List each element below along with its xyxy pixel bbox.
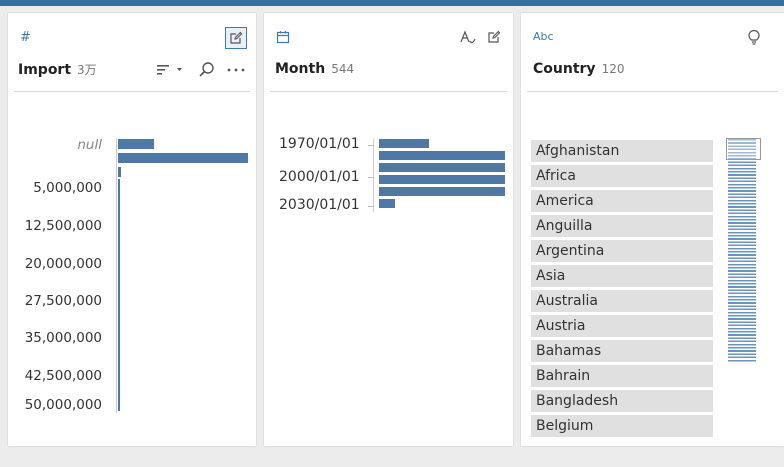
edit-values-button[interactable]: [484, 27, 506, 49]
month-axis-line: [373, 139, 374, 212]
header-divider: [14, 91, 250, 92]
sort-icon: [157, 65, 182, 75]
import-axis-line: [116, 139, 117, 413]
distinct-count: 544: [331, 62, 355, 76]
month-histogram-bar[interactable]: [379, 139, 429, 148]
number-hash-icon: #: [20, 30, 31, 45]
country-value-item[interactable]: Austria: [531, 315, 713, 337]
edit-values-button[interactable]: [225, 27, 247, 49]
import-axis-label: null: [77, 137, 102, 153]
country-value-item[interactable]: Bangladesh: [531, 390, 713, 412]
import-axis-label: 20,000,000: [24, 256, 102, 272]
format-text-button[interactable]: [457, 27, 479, 49]
column-title: Month 544: [275, 61, 355, 77]
sort-button[interactable]: [156, 61, 184, 79]
import-axis-label: 5,000,000: [33, 180, 102, 196]
calendar-icon: [276, 30, 290, 48]
import-axis-label: 50,000,000: [24, 397, 102, 413]
import-axis-label: 35,000,000: [24, 330, 102, 346]
value-overview-scrollbar[interactable]: [728, 139, 756, 363]
import-histogram-bar[interactable]: [118, 153, 248, 163]
scrollbar-thumb[interactable]: [726, 138, 761, 160]
search-icon: [199, 62, 214, 77]
country-value-item[interactable]: Australia: [531, 290, 713, 312]
month-axis-label: 1970/01/01: [279, 136, 360, 152]
header-divider: [527, 91, 778, 92]
text-format-icon: [460, 30, 476, 44]
distinct-count: 120: [601, 62, 625, 76]
month-axis-label: 2000/01/01: [279, 169, 360, 185]
country-column-card[interactable]: Abc Country 120 Afghanistan Africa America A…: [521, 13, 784, 446]
country-value-item[interactable]: Bahamas: [531, 340, 713, 362]
month-histogram-bar[interactable]: [379, 199, 395, 208]
month-axis-tick: [368, 145, 374, 146]
edit-icon: [230, 31, 243, 44]
import-histogram-bar[interactable]: [118, 167, 121, 177]
more-dots-icon: [227, 68, 245, 72]
month-histogram-bar[interactable]: [379, 187, 505, 196]
search-button[interactable]: [198, 61, 216, 79]
top-accent-bar: [0, 0, 784, 6]
month-histogram-bar[interactable]: [379, 163, 505, 172]
month-column-card[interactable]: Month 544 1970/01/01 2000/01/01 2030/01/0…: [264, 13, 513, 446]
month-axis-tick: [368, 206, 374, 207]
recommendations-button[interactable]: [744, 27, 766, 49]
country-value-item[interactable]: Bahrain: [531, 365, 713, 387]
distinct-count: 3万: [77, 63, 97, 77]
country-value-item[interactable]: America: [531, 190, 713, 212]
country-value-item[interactable]: Afghanistan: [531, 140, 713, 162]
column-title: Import 3万: [18, 62, 97, 78]
import-axis-label: 12,500,000: [24, 218, 102, 234]
edit-icon: [488, 30, 501, 43]
column-title: Country 120: [533, 61, 625, 77]
import-histogram-bar[interactable]: [118, 179, 120, 411]
month-axis-label: 2030/01/01: [279, 197, 360, 213]
more-options-button[interactable]: [226, 61, 246, 79]
country-value-item[interactable]: Asia: [531, 265, 713, 287]
month-histogram-bar[interactable]: [379, 151, 505, 160]
header-divider: [270, 91, 507, 92]
import-column-card[interactable]: # Import 3万 null 5,000,000 12,500,000 20,000…: [8, 13, 256, 446]
month-axis-tick: [368, 177, 374, 178]
import-axis-label: 27,500,000: [24, 293, 102, 309]
country-value-item[interactable]: Argentina: [531, 240, 713, 262]
country-value-item[interactable]: Anguilla: [531, 215, 713, 237]
text-abc-icon: Abc: [533, 30, 554, 43]
import-axis-label: 42,500,000: [24, 368, 102, 384]
import-histogram-bar[interactable]: [118, 139, 154, 149]
month-histogram-bar[interactable]: [379, 175, 505, 184]
lightbulb-icon: [748, 30, 760, 45]
country-value-item[interactable]: Africa: [531, 165, 713, 187]
country-value-item[interactable]: Belgium: [531, 415, 713, 437]
